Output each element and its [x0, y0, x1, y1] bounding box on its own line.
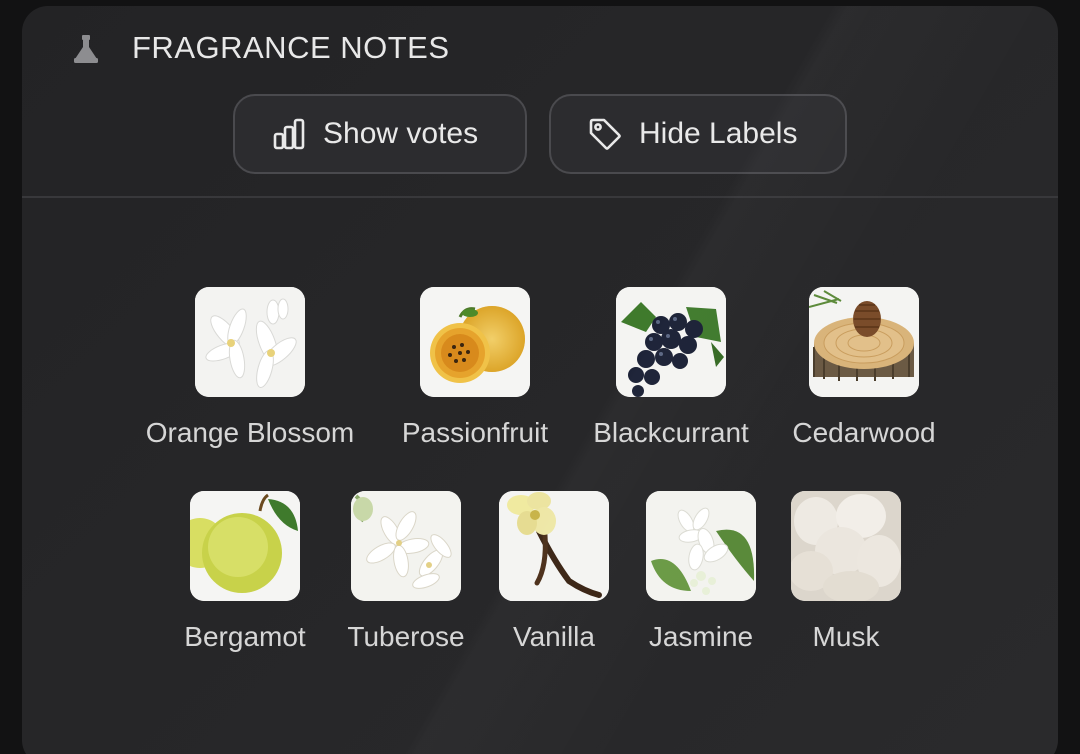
- note-label: Jasmine: [648, 621, 754, 652]
- passionfruit-image: [420, 287, 530, 397]
- blackcurrant-image: [616, 287, 726, 397]
- divider: [22, 196, 1058, 198]
- tag-icon: [585, 114, 625, 154]
- note-orange-blossom[interactable]: Orange Blossom: [136, 287, 364, 449]
- show-votes-label: Show votes: [323, 117, 479, 150]
- section-header: FRAGRANCE NOTES: [22, 6, 1058, 90]
- orange-blossom-image: [195, 287, 305, 397]
- note-label: Cedarwood: [792, 417, 936, 448]
- vanilla-image: [499, 491, 609, 601]
- bergamot-image: [190, 491, 300, 601]
- note-label: Tuberose: [347, 621, 465, 652]
- bar-chart-icon: [269, 114, 309, 154]
- fragrance-notes-card: FRAGRANCE NOTES Show votes Hide Labels O…: [22, 6, 1058, 754]
- note-vanilla[interactable]: Vanilla: [494, 491, 614, 653]
- note-blackcurrant[interactable]: Blackcurrant: [584, 287, 758, 449]
- note-jasmine[interactable]: Jasmine: [638, 491, 764, 653]
- note-tuberose[interactable]: Tuberose: [334, 491, 478, 653]
- section-title: FRAGRANCE NOTES: [132, 30, 450, 65]
- cedarwood-image: [809, 287, 919, 397]
- note-label: Bergamot: [184, 621, 306, 652]
- jasmine-image: [646, 491, 756, 601]
- note-label: Passionfruit: [401, 417, 549, 448]
- hide-labels-label: Hide Labels: [639, 117, 798, 150]
- note-musk[interactable]: Musk: [790, 491, 902, 653]
- note-cedarwood[interactable]: Cedarwood: [782, 287, 946, 449]
- musk-image: [791, 491, 901, 601]
- hide-labels-button[interactable]: Hide Labels: [549, 94, 847, 174]
- note-label: Vanilla: [513, 621, 595, 652]
- note-bergamot[interactable]: Bergamot: [172, 491, 318, 653]
- note-label: Orange Blossom: [145, 417, 355, 448]
- show-votes-button[interactable]: Show votes: [233, 94, 527, 174]
- note-passionfruit[interactable]: Passionfruit: [395, 287, 555, 449]
- note-label: Blackcurrant: [593, 417, 749, 448]
- perfume-bottle-icon: [68, 32, 104, 68]
- tuberose-image: [351, 491, 461, 601]
- note-label: Musk: [812, 621, 880, 652]
